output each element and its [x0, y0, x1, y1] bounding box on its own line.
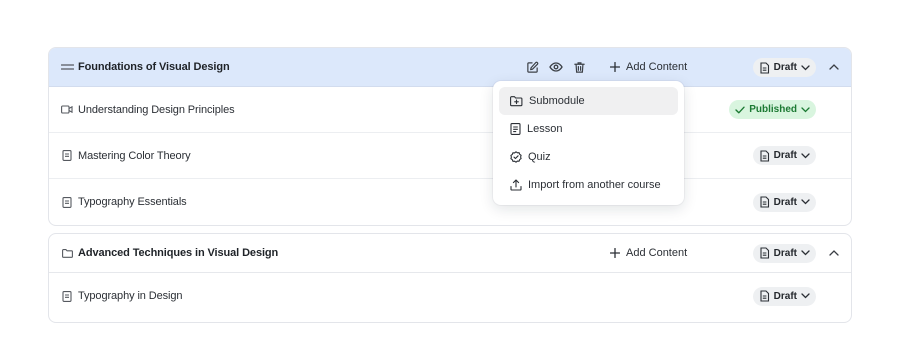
- upload-icon: [510, 179, 522, 191]
- lesson-row[interactable]: Typography Essentials Draft: [49, 179, 851, 225]
- lesson-title: Understanding Design Principles: [78, 103, 235, 116]
- menu-item-label: Submodule: [529, 95, 585, 107]
- module-card: Foundations of Visual Design Add Content…: [48, 47, 852, 226]
- chevron-down-icon: [801, 152, 810, 158]
- document-icon: [60, 195, 74, 209]
- eye-icon[interactable]: [549, 60, 563, 74]
- folder-plus-icon: [510, 95, 523, 106]
- lesson-title: Typography in Design: [78, 290, 183, 302]
- status-badge[interactable]: Draft: [752, 286, 816, 306]
- lesson-title: Mastering Color Theory: [78, 149, 191, 162]
- video-icon: [60, 103, 74, 117]
- trash-icon[interactable]: [572, 60, 586, 74]
- status-label: Draft: [773, 247, 797, 259]
- document-icon: [60, 289, 74, 303]
- document-icon: [760, 247, 769, 259]
- plus-icon: [610, 248, 620, 258]
- status-badge[interactable]: Draft: [752, 243, 816, 263]
- chevron-down-icon: [801, 106, 810, 112]
- menu-item-label: Import from another course: [528, 179, 661, 191]
- menu-item-label: Lesson: [527, 123, 563, 135]
- status-badge[interactable]: Draft: [752, 58, 816, 77]
- menu-item-lesson[interactable]: Lesson: [499, 115, 678, 143]
- chevron-up-icon: [829, 250, 839, 256]
- drag-handle-icon[interactable]: [60, 60, 74, 74]
- collapse-toggle[interactable]: [828, 247, 840, 259]
- chevron-up-icon: [829, 64, 839, 70]
- folder-icon: [60, 246, 74, 260]
- check-icon: [735, 106, 745, 113]
- document-icon: [760, 61, 769, 74]
- document-icon: [760, 149, 769, 162]
- status-label: Draft: [773, 196, 797, 208]
- add-content-button[interactable]: Add Content: [610, 61, 687, 73]
- document-icon: [760, 290, 769, 302]
- document-icon: [760, 196, 769, 208]
- module-header[interactable]: Foundations of Visual Design Add Content…: [49, 48, 851, 87]
- document-icon: [60, 149, 74, 163]
- chevron-down-icon: [801, 250, 810, 256]
- document-icon: [510, 123, 521, 135]
- lesson-row[interactable]: Mastering Color Theory Draft: [49, 133, 851, 179]
- status-label: Draft: [773, 290, 797, 302]
- menu-item-submodule[interactable]: Submodule: [499, 87, 678, 115]
- collapse-toggle[interactable]: [828, 61, 840, 73]
- module-card: Advanced Techniques in Visual Design Add…: [48, 233, 852, 323]
- menu-item-quiz[interactable]: Quiz: [499, 143, 678, 171]
- menu-item-label: Quiz: [528, 151, 551, 163]
- chevron-down-icon: [801, 293, 810, 299]
- status-badge[interactable]: Published: [729, 100, 816, 119]
- lesson-row[interactable]: Typography in Design Draft: [49, 273, 851, 319]
- status-label: Draft: [773, 150, 797, 161]
- add-content-label: Add Content: [626, 61, 688, 73]
- lesson-row[interactable]: Understanding Design Principles Publishe…: [49, 87, 851, 133]
- status-badge[interactable]: Draft: [752, 146, 816, 165]
- module-header[interactable]: Advanced Techniques in Visual Design Add…: [49, 234, 851, 273]
- edit-icon[interactable]: [525, 60, 539, 74]
- plus-icon: [610, 62, 620, 72]
- status-badge[interactable]: Draft: [752, 192, 816, 212]
- module-title: Advanced Techniques in Visual Design: [78, 247, 279, 259]
- add-content-menu: Submodule Lesson Quiz Import from anothe…: [493, 81, 684, 205]
- menu-item-import[interactable]: Import from another course: [499, 171, 678, 199]
- chevron-down-icon: [801, 199, 810, 205]
- chevron-down-icon: [801, 64, 810, 70]
- status-label: Published: [749, 104, 797, 115]
- add-content-button[interactable]: Add Content: [610, 247, 687, 259]
- status-label: Draft: [773, 62, 797, 73]
- module-title: Foundations of Visual Design: [78, 61, 230, 73]
- add-content-label: Add Content: [626, 247, 688, 259]
- lesson-title: Typography Essentials: [78, 196, 187, 208]
- check-badge-icon: [510, 151, 522, 163]
